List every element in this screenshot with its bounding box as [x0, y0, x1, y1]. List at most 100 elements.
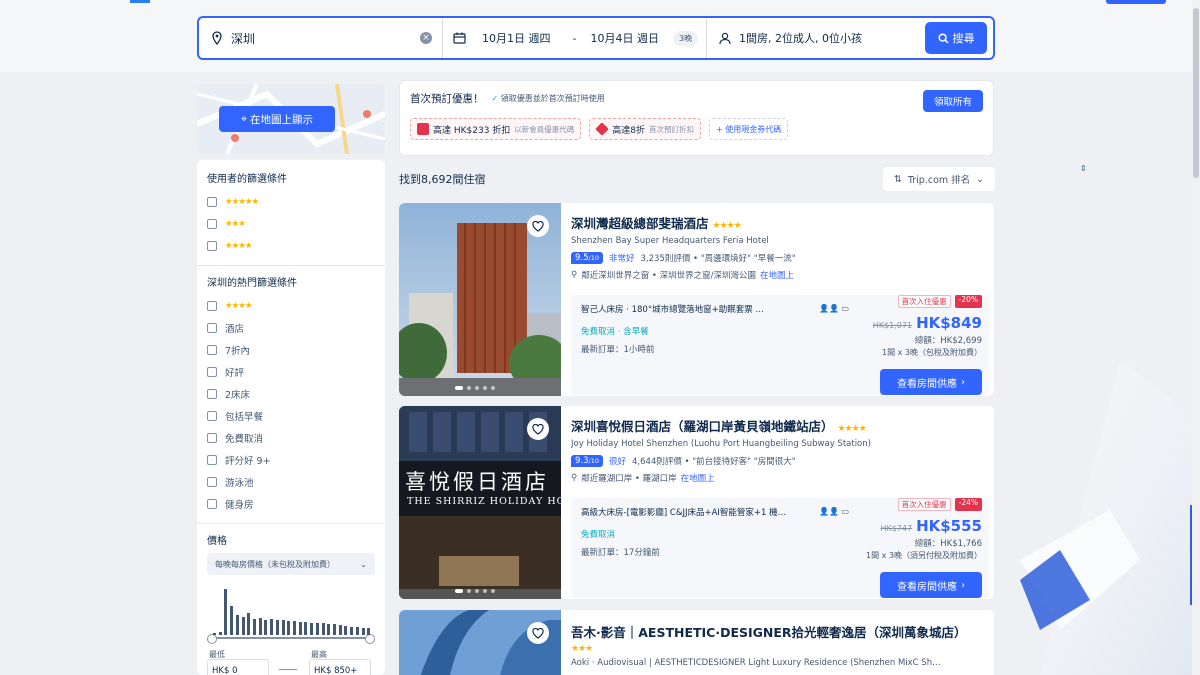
checkbox[interactable]	[207, 345, 217, 355]
coupon-code-button[interactable]: + 使用現金券代碼	[709, 118, 789, 140]
view-rooms-button[interactable]: 查看房間供應 ›	[880, 369, 982, 395]
discount-badge: -20%	[954, 295, 982, 308]
favorite-heart-icon[interactable]	[527, 215, 549, 237]
hotel-location: 鄰近深圳世界之窗 • 深圳世界之窗/深圳灣公園	[581, 271, 757, 281]
checkbox[interactable]	[207, 367, 217, 377]
hotel-sign-english: THE SHIRRIZ HOLIDAY HO	[407, 496, 566, 507]
current-price: HK$555	[916, 517, 982, 535]
filter-option[interactable]: 7折內	[207, 339, 375, 361]
scroll-indicator-icon: ⇕	[1080, 164, 1087, 173]
checkbox[interactable]	[207, 411, 217, 421]
histogram-bar	[338, 624, 342, 635]
review-summary[interactable]: 4,644則評價 • "前台接待好客" "房間很大"	[632, 455, 796, 467]
photo-carousel-dots[interactable]	[455, 386, 495, 390]
sort-select[interactable]: ⇅ Trip.com 排名 ⌄	[883, 167, 995, 191]
checkbox[interactable]	[207, 197, 217, 207]
map-preview[interactable]: ⌖ 在地圖上顯示	[197, 84, 385, 154]
hotel-name[interactable]: 深圳灣超級總部斐瑞酒店 ★★★★	[571, 213, 982, 232]
filter-option[interactable]: ★★★★	[207, 295, 375, 317]
original-price: HK$747	[880, 524, 913, 533]
hotel-name-text: 深圳喜悅假日酒店（羅湖口岸黃貝嶺地鐵站店）	[571, 419, 834, 434]
filter-option[interactable]: ★★★★	[207, 235, 375, 257]
coupon-icon	[595, 122, 610, 136]
max-price-input[interactable]: HK$ 850+	[309, 659, 371, 675]
filter-option[interactable]: 評分好 9+	[207, 449, 375, 471]
hotel-name[interactable]: 吾木·影音｜AESTHETIC·DESIGNER拾光輕奢逸居（深圳萬象城店）	[571, 622, 982, 641]
filter-option[interactable]: 2床床	[207, 383, 375, 405]
checkbox[interactable]	[207, 389, 217, 399]
histogram-bar	[270, 618, 274, 635]
destination-value: 深圳	[231, 31, 256, 46]
hotel-photo[interactable]	[399, 610, 561, 675]
map-icon: ⌖	[241, 112, 247, 125]
checkbox[interactable]	[207, 301, 217, 311]
search-button[interactable]: 搜尋	[925, 22, 987, 54]
sort-value: Trip.com 排名	[907, 175, 971, 186]
show-on-map-label: 在地圖上顯示	[249, 113, 313, 126]
review-summary[interactable]: 3,235則評價 • "周邊環境好" "早餐一流"	[641, 252, 796, 264]
hotel-photo[interactable]	[399, 203, 569, 396]
coupon-desc: 首次預訂折扣	[649, 124, 695, 134]
histogram-bar	[310, 622, 314, 635]
histogram-bar	[315, 622, 319, 635]
filter-option[interactable]: 酒店	[207, 317, 375, 339]
hotel-card[interactable]: 深圳灣超級總部斐瑞酒店 ★★★★ Shenzhen Bay Super Headq…	[399, 203, 994, 396]
filter-option[interactable]: 免費取消	[207, 427, 375, 449]
view-rooms-button[interactable]: 查看房間供應 ›	[880, 572, 982, 598]
coupon-item[interactable]: 高達8折 首次預訂折扣	[589, 118, 702, 140]
price-slider-max-handle[interactable]	[365, 634, 375, 644]
hotel-card[interactable]: 吾木·影音｜AESTHETIC·DESIGNER拾光輕奢逸居（深圳萬象城店） ★…	[399, 610, 994, 675]
map-link[interactable]: 在地圖上	[681, 472, 715, 484]
filter-label: 健身房	[225, 500, 254, 511]
search-icon	[937, 32, 949, 44]
favorite-heart-icon[interactable]	[527, 418, 549, 440]
nav-active-underline	[130, 0, 150, 3]
star-rating-icon: ★★★	[225, 219, 246, 229]
filter-option[interactable]: 好評	[207, 361, 375, 383]
hotel-name-en: Joy Holiday Hotel Shenzhen (Luohu Port H…	[571, 439, 871, 449]
person-icon	[719, 32, 731, 44]
checkbox[interactable]	[207, 219, 217, 229]
page-scrollbar[interactable]	[1192, 0, 1200, 675]
filter-label: 免費取消	[225, 434, 264, 445]
filter-option[interactable]: 游泳池	[207, 471, 375, 493]
checkbox[interactable]	[207, 499, 217, 509]
filter-option[interactable]: 包括早餐	[207, 405, 375, 427]
price-slider-min-handle[interactable]	[207, 634, 217, 644]
hotel-photo[interactable]: 喜悅假日酒店 THE SHIRRIZ HOLIDAY HO	[399, 406, 564, 599]
hotel-card[interactable]: 喜悅假日酒店 THE SHIRRIZ HOLIDAY HO 深圳喜悅假日酒店（羅…	[399, 406, 994, 599]
filter-option[interactable]: ★★★★★	[207, 191, 375, 213]
min-price-input[interactable]: HK$ 0	[207, 659, 269, 675]
promo-title: 首次預訂優惠！	[410, 93, 484, 105]
favorite-heart-icon[interactable]	[527, 622, 549, 644]
destination-field[interactable]: 深圳 ×	[199, 18, 443, 58]
filter-option[interactable]: 健身房	[207, 493, 375, 515]
histogram-bar	[287, 620, 291, 635]
chevron-down-icon: ⌄	[360, 559, 367, 569]
hotel-name-text: 深圳灣超級總部斐瑞酒店	[571, 216, 709, 231]
price-mode-select[interactable]: 每晚每房價格（未包稅及附加費） ⌄	[207, 553, 375, 575]
checkbox[interactable]	[207, 323, 217, 333]
clear-destination-icon[interactable]: ×	[420, 32, 432, 44]
hotel-name[interactable]: 深圳喜悅假日酒店（羅湖口岸黃貝嶺地鐵站店） ★★★★	[571, 416, 982, 435]
star-rating-icon: ★★★	[571, 644, 593, 654]
date-field[interactable]: 10月1日 週四 - 10月4日 週日 3晚	[443, 18, 707, 58]
top-account-button[interactable]	[1106, 0, 1166, 4]
star-rating-icon: ★★★★	[712, 221, 742, 231]
stay-info: 1間 x 3晚（須另付稅及附加費）	[866, 551, 982, 560]
view-rooms-label: 查看房間供應	[897, 581, 957, 593]
coupon-item[interactable]: 高達 HK$233 折扣 以新會員優惠代碼	[410, 118, 582, 140]
claim-all-button[interactable]: 領取所有	[923, 90, 983, 112]
map-link[interactable]: 在地圖上	[760, 269, 794, 281]
checkbox[interactable]	[207, 455, 217, 465]
search-bar: 深圳 × 10月1日 週四 - 10月4日 週日 3晚 1間房, 2位成人, 0…	[197, 16, 995, 60]
checkbox[interactable]	[207, 241, 217, 251]
histogram-bar	[361, 627, 365, 635]
show-on-map-button[interactable]: ⌖ 在地圖上顯示	[219, 106, 335, 132]
chevron-right-icon: ›	[961, 579, 965, 591]
filter-option[interactable]: ★★★	[207, 213, 375, 235]
photo-carousel-dots[interactable]	[455, 589, 495, 593]
checkbox[interactable]	[207, 477, 217, 487]
checkbox[interactable]	[207, 433, 217, 443]
scrollbar-thumb[interactable]	[1193, 8, 1199, 178]
